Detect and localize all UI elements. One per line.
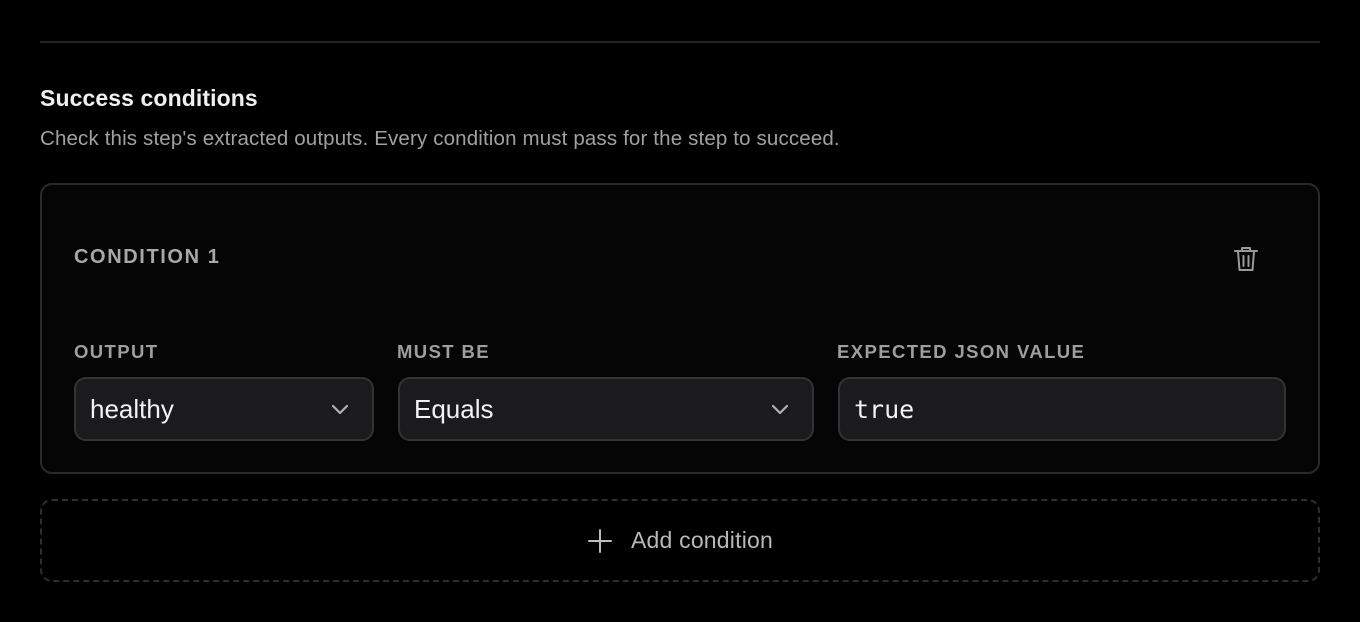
section-description: Check this step's extracted outputs. Eve…	[40, 127, 840, 150]
condition-title: CONDITION 1	[74, 246, 221, 268]
add-condition-label: Add condition	[631, 527, 773, 553]
success-conditions-panel: Success conditions Check this step's ext…	[0, 0, 1360, 622]
output-select[interactable]: healthy	[74, 377, 374, 441]
must-be-select-value: Equals	[414, 393, 494, 424]
section-divider	[40, 41, 1320, 43]
must-be-select[interactable]: Equals	[398, 377, 814, 441]
output-select-value: healthy	[90, 393, 174, 424]
expected-value-input[interactable]: true	[838, 377, 1286, 441]
condition-card: CONDITION 1 OUTPUT healthy MUST BE Equal…	[40, 183, 1320, 474]
output-label: OUTPUT	[74, 341, 159, 362]
expected-value-label: EXPECTED JSON VALUE	[837, 341, 1086, 362]
delete-condition-button[interactable]	[1230, 243, 1262, 275]
trash-icon	[1234, 247, 1258, 271]
expected-value-text: true	[854, 394, 915, 424]
must-be-label: MUST BE	[397, 341, 491, 362]
chevron-down-icon	[771, 404, 789, 415]
section-title: Success conditions	[40, 85, 258, 111]
plus-icon	[588, 528, 612, 553]
chevron-down-icon	[331, 404, 349, 415]
add-condition-button[interactable]: Add condition	[40, 499, 1320, 582]
